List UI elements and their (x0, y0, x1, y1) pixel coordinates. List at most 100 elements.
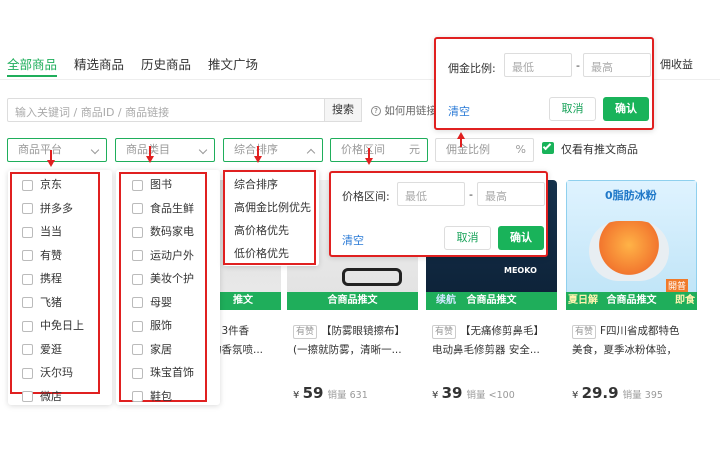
tab-featured[interactable]: 精选商品 (74, 54, 124, 73)
price-min-input[interactable]: 最低 (397, 182, 465, 206)
category-option[interactable]: 母婴 (120, 291, 220, 315)
sort-option[interactable]: 低价格优先 (223, 242, 319, 265)
platform-option[interactable]: 有赞 (10, 244, 110, 268)
sort-option[interactable]: 综合排序 (223, 173, 319, 196)
commission-min-input[interactable]: 最低 (504, 53, 572, 77)
checkbox[interactable] (132, 273, 143, 285)
platform-option[interactable]: 拼多多 (10, 197, 110, 221)
platform-badge: 有赞 (572, 325, 597, 339)
range-dash: - (576, 59, 580, 72)
annotation-arrow-down-icon (47, 150, 55, 167)
category-option[interactable]: 美妆个护 (120, 267, 220, 291)
platform-option[interactable]: 爱逛 (10, 338, 110, 362)
sales-label: 销量 (622, 390, 642, 401)
annotation-arrow-down-icon (146, 146, 154, 163)
category-select[interactable]: 商品类目 (115, 138, 215, 162)
commission-max-input[interactable]: 最高 (583, 53, 651, 77)
checkbox[interactable] (22, 367, 33, 379)
checkbox[interactable] (132, 250, 143, 261)
chevron-down-icon (198, 145, 208, 155)
commission-confirm-button[interactable]: 确认 (603, 97, 649, 121)
commission-unit: % (515, 143, 526, 156)
checkbox[interactable] (132, 391, 143, 402)
search-button[interactable]: 搜索 (324, 98, 362, 122)
sort-option-label: 高佣金比例优先 (234, 201, 311, 214)
tab-active-underline (7, 75, 57, 77)
platform-option[interactable]: 当当 (10, 220, 110, 244)
platform-option[interactable]: 微店 (10, 385, 110, 409)
category-option[interactable]: 食品生鲜 (120, 197, 220, 221)
platform-option[interactable]: 京东 (10, 173, 110, 197)
promo-bar[interactable]: 夏日解 合商品推文 即食 (566, 292, 697, 310)
sort-option-label: 综合排序 (234, 178, 278, 191)
platform-option[interactable]: 飞猪 (10, 291, 110, 315)
platform-badge: 有赞 (293, 325, 318, 339)
category-option[interactable]: 运动户外 (120, 244, 220, 268)
question-icon: ? (371, 106, 381, 116)
platform-option[interactable]: 中免日上 (10, 314, 110, 338)
checkbox[interactable] (22, 203, 33, 214)
sales-count: <100 (488, 390, 515, 401)
price-range-input[interactable]: 价格区间 元 (330, 138, 428, 162)
category-option-label: 美妆个护 (150, 272, 194, 285)
commission-input[interactable]: 佣金比例 % (435, 138, 534, 162)
promo-bar[interactable]: 合商品推文 (287, 292, 418, 310)
platform-option-label: 沃尔玛 (40, 366, 73, 379)
category-option[interactable]: 数码家电 (120, 220, 220, 244)
only-promo-checkbox[interactable] (542, 141, 554, 154)
product-card[interactable]: 0脂肪冰粉 開普 夏日解 合商品推文 即食 有赞 F四川省成都特色 美食，夏季冰粉… (566, 180, 697, 410)
commission-cancel-button[interactable]: 取消 (549, 97, 596, 121)
platform-option[interactable]: 沃尔玛 (10, 361, 110, 385)
sort-select[interactable]: 综合排序 (223, 138, 323, 162)
checkbox[interactable] (22, 391, 33, 402)
checkbox[interactable] (22, 273, 33, 285)
price-confirm-button[interactable]: 确认 (498, 226, 544, 250)
checkbox[interactable] (132, 179, 143, 191)
commission-clear-link[interactable]: 清空 (448, 103, 470, 119)
platform-option-label: 飞猪 (40, 295, 62, 309)
sort-option[interactable]: 高佣金比例优先 (223, 196, 319, 219)
promo-bar-overlay: 夏日解 (568, 295, 598, 306)
price-popup-label: 价格区间: (342, 190, 390, 203)
category-option[interactable]: 珠宝首饰 (120, 361, 220, 385)
platform-select[interactable]: 商品平台 (7, 138, 107, 162)
product-title: 有赞 F四川省成都特色 美食，夏季冰粉体验， (572, 322, 694, 360)
category-option[interactable]: 鞋包 (120, 385, 220, 409)
category-option[interactable]: 服饰 (120, 314, 220, 338)
checkbox[interactable] (132, 297, 143, 308)
category-option[interactable]: 家居 (120, 338, 220, 362)
tab-history[interactable]: 历史商品 (141, 54, 191, 73)
checkbox[interactable] (132, 320, 143, 332)
price-max-input[interactable]: 最高 (477, 182, 545, 206)
tab-promo-square[interactable]: 推文广场 (208, 54, 258, 73)
tab-all[interactable]: 全部商品 (7, 54, 57, 73)
category-option-label: 家居 (150, 342, 172, 356)
only-promo-label: 仅看有推文商品 (561, 143, 638, 156)
checkbox[interactable] (132, 367, 143, 379)
checkbox[interactable] (22, 320, 33, 332)
checkbox[interactable] (132, 203, 143, 214)
category-option[interactable]: 图书 (120, 173, 220, 197)
checkbox[interactable] (22, 297, 33, 308)
tab-commission-earnings[interactable]: 佣收益 (660, 56, 693, 72)
search-input[interactable]: 输入关键词 / 商品ID / 商品链接 (7, 98, 325, 122)
checkbox[interactable] (132, 226, 143, 238)
glasses-icon (342, 268, 402, 286)
checkbox[interactable] (22, 344, 33, 355)
checkbox[interactable] (22, 226, 33, 238)
checkbox[interactable] (132, 344, 143, 355)
price-clear-link[interactable]: 清空 (342, 232, 364, 248)
price-unit: 元 (409, 143, 420, 156)
checkbox[interactable] (22, 250, 33, 261)
annotation-arrow-down-icon (254, 146, 262, 163)
sort-option[interactable]: 高价格优先 (223, 219, 319, 242)
platform-option-label: 拼多多 (40, 201, 73, 215)
platform-option[interactable]: 携程 (10, 267, 110, 291)
price-cancel-button[interactable]: 取消 (444, 226, 491, 250)
currency: ¥ (293, 390, 300, 401)
help-link[interactable]: ? 如何用链接 (371, 103, 437, 118)
promo-bar[interactable]: 续航 合商品推文 (426, 292, 557, 310)
sort-option-label: 高价格优先 (234, 224, 289, 237)
checkbox[interactable] (22, 179, 33, 191)
sort-option-label: 低价格优先 (234, 247, 289, 260)
